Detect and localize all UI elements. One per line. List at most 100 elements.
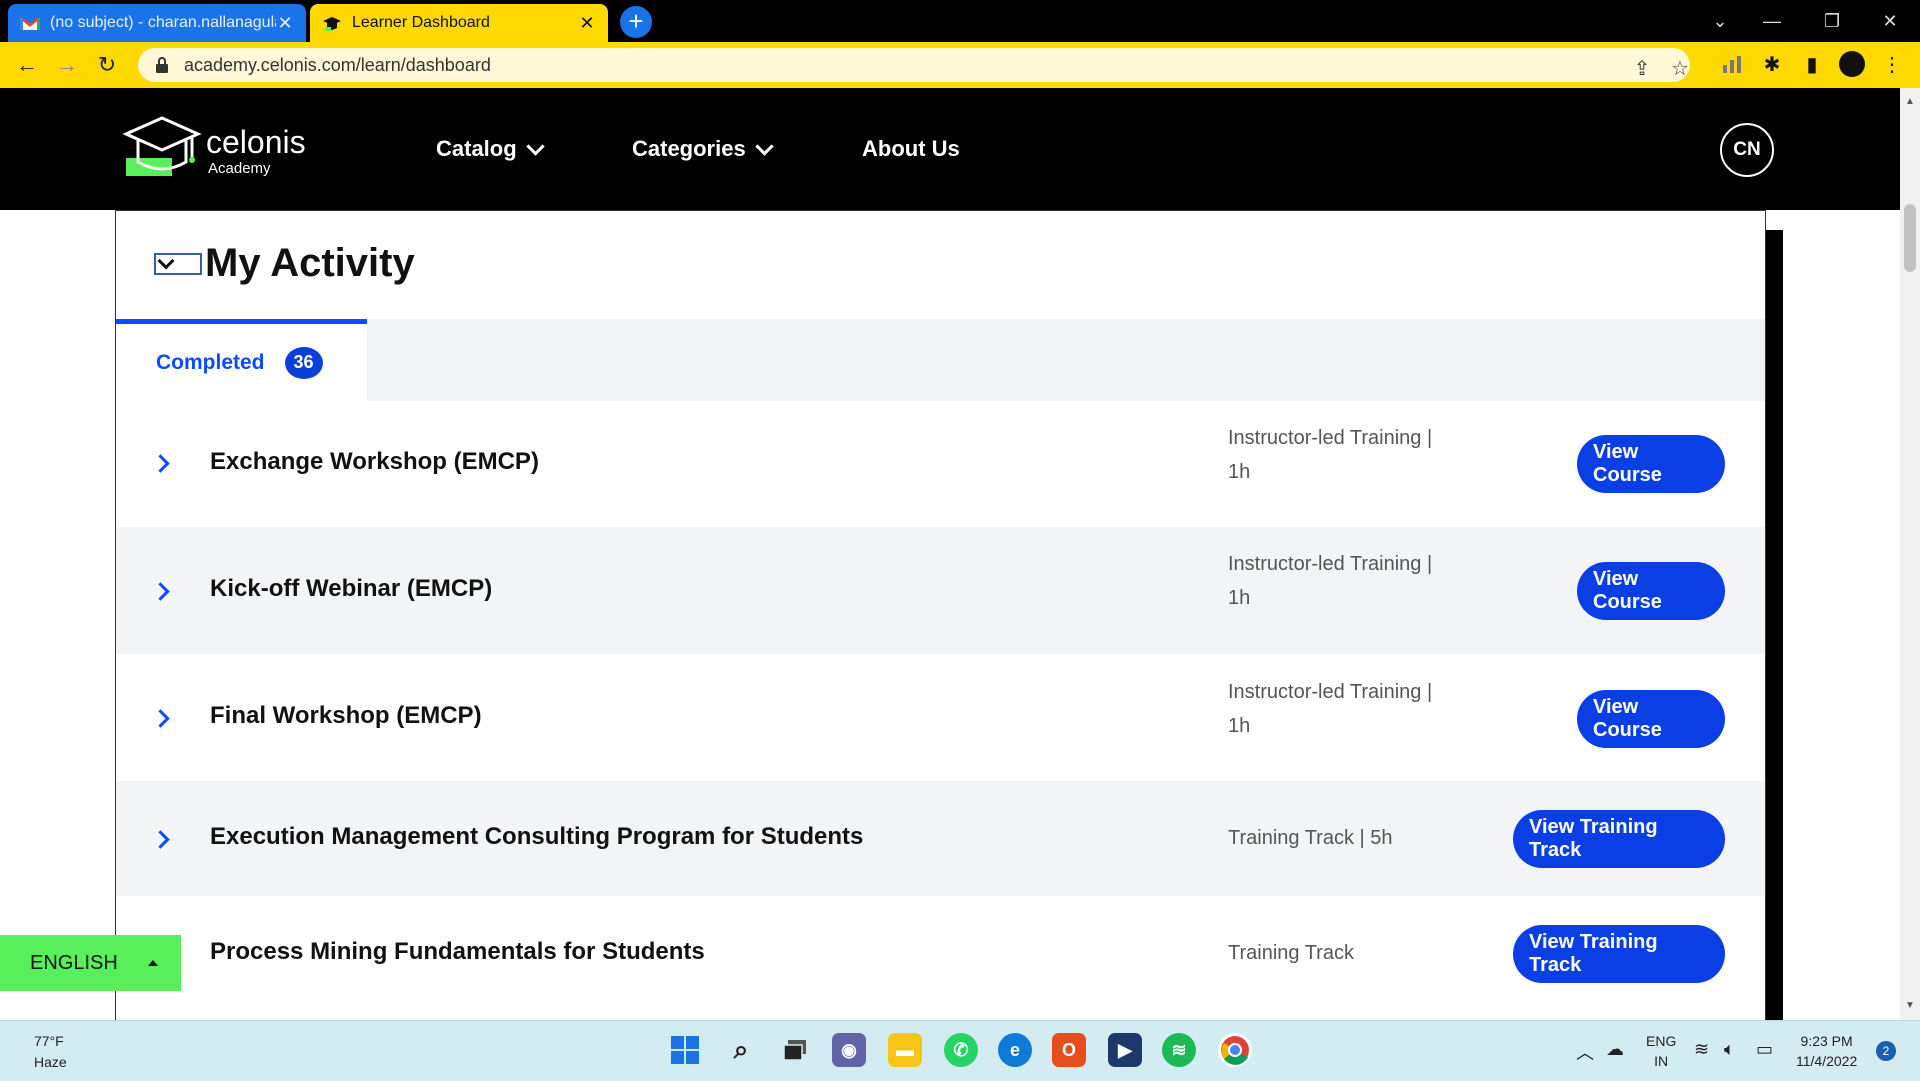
input-language-region: IN (1654, 1053, 1669, 1069)
teams-chat-icon[interactable]: ◉ (832, 1033, 866, 1067)
onedrive-cloud-icon[interactable]: ☁ (1606, 1039, 1624, 1060)
view-training-track-button[interactable]: View Training Track (1513, 810, 1725, 868)
input-language-code: ENG (1646, 1033, 1677, 1049)
new-tab-button[interactable]: + (620, 6, 652, 38)
notification-badge[interactable]: 2 (1876, 1041, 1896, 1061)
course-title: Process Mining Fundamentals for Students (210, 938, 705, 965)
caret-up-icon (147, 960, 158, 966)
course-meta-type: Instructor-led Training | (1228, 427, 1433, 449)
course-meta-duration: 1h (1228, 715, 1251, 737)
wifi-icon[interactable]: ≋ (1694, 1039, 1709, 1060)
restore-icon[interactable]: ❐ (1812, 0, 1852, 42)
chrome-icon[interactable] (1218, 1033, 1252, 1067)
nav-categories-label: Categories (632, 136, 746, 161)
course-title: Kick-off Webinar (EMCP) (210, 575, 493, 602)
clock-time: 9:23 PM (1800, 1033, 1853, 1049)
nav-categories[interactable]: Categories (632, 136, 774, 162)
course-meta-type: Instructor-led Training | (1228, 553, 1433, 575)
input-language[interactable]: ENG IN (1646, 1031, 1676, 1071)
extensions-puzzle-icon[interactable]: ✱ (1756, 48, 1788, 80)
chevron-down-icon (755, 136, 774, 156)
language-label: ENGLISH (30, 951, 118, 974)
extension-chart-icon[interactable] (1716, 48, 1748, 80)
course-meta-duration: 1h (1228, 587, 1251, 609)
volume-icon[interactable]: 🔈︎ (1724, 1039, 1735, 1060)
scroll-thumb[interactable] (1904, 204, 1916, 272)
logo-subtitle: Academy (208, 160, 271, 177)
list-item: Final Workshop (EMCP) Instructor-led Tra… (116, 654, 1765, 781)
side-panel-icon[interactable]: ▮ (1796, 48, 1828, 80)
scroll-up-icon[interactable]: ▲ (1900, 96, 1920, 110)
chevron-right-icon[interactable] (151, 830, 170, 849)
chevron-right-icon[interactable] (151, 709, 170, 728)
course-meta-type: Training Track | 5h (1228, 827, 1393, 849)
office-icon[interactable]: O (1052, 1033, 1086, 1067)
page-scrollbar[interactable]: ▲ ▼ (1900, 88, 1920, 1020)
tab-completed-label: Completed (156, 350, 265, 374)
chevron-down-icon (525, 136, 545, 156)
prime-video-icon[interactable]: ▶ (1108, 1033, 1142, 1067)
file-explorer-icon[interactable]: ▬ (888, 1033, 922, 1067)
view-training-track-button[interactable]: View Training Track (1513, 925, 1725, 983)
close-window-icon[interactable]: ✕ (1870, 0, 1910, 42)
my-activity-card: My Activity Completed 36 Exchange Worksh… (115, 210, 1766, 1021)
course-title: Exchange Workshop (EMCP) (210, 448, 539, 475)
close-tab-icon[interactable]: ✕ (578, 13, 596, 34)
list-item: Execution Management Consulting Program … (116, 781, 1765, 896)
weather-widget[interactable]: 77°F Haze (34, 1031, 67, 1073)
clock[interactable]: 9:23 PM 11/4/2022 (1796, 1031, 1857, 1071)
chevron-up-icon[interactable]: ︿ (1576, 1039, 1594, 1065)
tab-completed[interactable]: Completed 36 (116, 319, 367, 401)
taskbar: 77°F Haze ⌕ ◉ ▬ ✆ e O ▶ ≋ ︿ ☁ ENG IN ≋ 🔈… (0, 1020, 1920, 1081)
reload-icon[interactable]: ↻ (92, 50, 122, 80)
bookmark-star-icon[interactable]: ☆ (1668, 56, 1692, 80)
tab-title: (no subject) - charan.nallanagula (50, 14, 276, 31)
task-view-icon[interactable] (778, 1033, 812, 1067)
gmail-icon (20, 16, 40, 30)
chevron-right-icon[interactable] (151, 582, 170, 601)
tab-learner-dashboard[interactable]: Learner Dashboard ✕ (310, 4, 608, 42)
celonis-academy-logo[interactable]: celonis Academy (122, 110, 322, 190)
windows-start-icon[interactable] (668, 1033, 702, 1067)
browser-menu-icon[interactable]: ⋮ (1876, 48, 1908, 80)
nav-catalog[interactable]: Catalog (436, 136, 545, 162)
view-course-button[interactable]: View Course (1577, 690, 1725, 748)
forward-icon[interactable]: → (52, 50, 82, 80)
language-selector[interactable]: ENGLISH (0, 935, 181, 991)
list-item: Kick-off Webinar (EMCP) Instructor-led T… (116, 527, 1765, 654)
share-icon[interactable]: ⇪ (1630, 56, 1654, 80)
course-title: Execution Management Consulting Program … (210, 823, 864, 850)
whatsapp-icon[interactable]: ✆ (944, 1033, 978, 1067)
nav-about-label: About Us (862, 136, 960, 161)
view-course-button[interactable]: View Course (1577, 435, 1725, 493)
back-icon[interactable]: ← (12, 50, 42, 80)
edge-browser-icon[interactable]: e (998, 1033, 1032, 1067)
battery-icon[interactable]: ▭ (1756, 1039, 1773, 1060)
logo-wordmark: celonis (206, 124, 306, 160)
search-icon[interactable]: ⌕ (724, 1033, 758, 1067)
minimize-icon[interactable]: — (1752, 0, 1792, 42)
course-meta-type: Training Track (1228, 942, 1354, 964)
tab-search-icon[interactable]: ⌄ (1700, 0, 1740, 42)
site-header: celonis Academy Catalog Categories About… (0, 88, 1900, 210)
close-tab-icon[interactable]: ✕ (276, 13, 294, 34)
chevron-down-icon (157, 252, 175, 270)
nav-about-us[interactable]: About Us (862, 136, 960, 162)
user-avatar[interactable]: CN (1720, 123, 1774, 177)
spotify-icon[interactable]: ≋ (1162, 1033, 1196, 1067)
card-shadow (1765, 230, 1783, 1020)
scroll-down-icon[interactable]: ▼ (1900, 1000, 1920, 1014)
nav-catalog-label: Catalog (436, 136, 517, 161)
completed-count-badge: 36 (284, 346, 323, 379)
chevron-right-icon[interactable] (151, 454, 170, 473)
tab-title: Learner Dashboard (352, 14, 490, 31)
course-meta: Training Track | 5h (1228, 821, 1393, 855)
browser-tab-bar: (no subject) - charan.nallanagula ✕ Lear… (0, 0, 1920, 42)
lock-icon (152, 57, 172, 73)
view-course-button[interactable]: View Course (1577, 562, 1725, 620)
collapse-activity-button[interactable] (154, 252, 202, 275)
url-field[interactable]: academy.celonis.com/learn/dashboard ⇪ ☆ (138, 48, 1690, 82)
profile-avatar-icon[interactable] (1836, 48, 1868, 80)
course-meta: Instructor-led Training | 1h (1228, 421, 1432, 489)
tab-gmail[interactable]: (no subject) - charan.nallanagula ✕ (8, 4, 306, 42)
